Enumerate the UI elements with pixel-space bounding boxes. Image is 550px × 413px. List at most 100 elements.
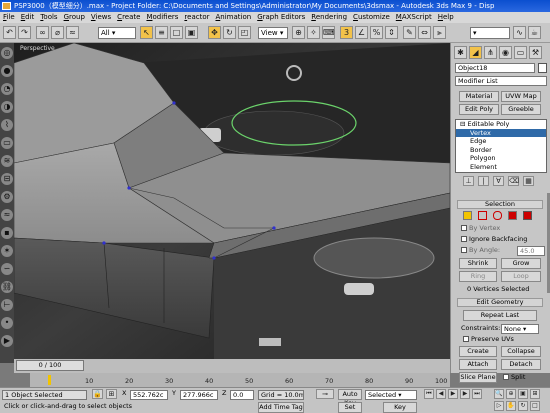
edge-subobj-icon[interactable] — [478, 211, 487, 220]
menu-tools[interactable]: Tools — [37, 12, 60, 23]
named-selection-dropdown[interactable]: ▾ — [470, 27, 510, 39]
snaps-toggle-icon[interactable]: 3 — [340, 26, 353, 39]
vertex-point[interactable] — [102, 241, 106, 245]
menu-maxscript[interactable]: MAXScript — [393, 12, 435, 23]
configure-sets-icon[interactable]: ▦ — [523, 176, 534, 186]
stack-item-border[interactable]: Border — [456, 146, 546, 155]
ignore-backfacing-checkbox[interactable]: Ignore Backfacing — [461, 234, 527, 245]
modify-tab-icon[interactable]: ◢ — [469, 46, 482, 59]
plane-icon[interactable]: ▭ — [1, 137, 13, 149]
key-filters-button[interactable]: Key Filters... — [383, 402, 417, 413]
link-icon[interactable]: ∞ — [36, 26, 49, 39]
dashpot-icon[interactable]: ⊟ — [1, 173, 13, 185]
add-time-tag-button[interactable]: Add Time Tag — [258, 402, 304, 413]
show-end-result-icon[interactable]: | — [478, 176, 489, 186]
menu-views[interactable]: Views — [88, 12, 114, 23]
make-unique-icon[interactable]: ∀ — [493, 176, 504, 186]
stack-item-element[interactable]: Element — [456, 163, 546, 172]
select-move-icon[interactable]: ✥ — [208, 26, 221, 39]
set-key-button[interactable]: Set Key — [338, 402, 362, 413]
modifier-list-dropdown[interactable]: Modifier List — [455, 76, 547, 86]
collapse-button[interactable]: Collapse — [501, 346, 541, 357]
object-name-field[interactable]: Object18 — [455, 63, 535, 73]
time-slider-track[interactable]: 0 / 100 — [14, 359, 450, 373]
create-tab-icon[interactable]: ✱ — [454, 46, 467, 59]
select-by-name-icon[interactable]: ≡ — [155, 26, 168, 39]
key-mode-icon[interactable]: ⊸ — [316, 389, 334, 399]
loop-button[interactable]: Loop — [501, 271, 541, 282]
vertex-point[interactable] — [172, 101, 176, 105]
go-to-start-icon[interactable]: ⏮ — [424, 389, 434, 399]
by-vertex-checkbox[interactable]: By Vertex — [461, 223, 500, 234]
menu-animation[interactable]: Animation — [213, 12, 255, 23]
stack-item-edge[interactable]: Edge — [456, 137, 546, 146]
pan-icon[interactable]: ✋ — [506, 401, 516, 411]
greeble-button[interactable]: Greeble — [501, 104, 541, 115]
field-of-view-icon[interactable]: ▷ — [494, 401, 504, 411]
next-frame-icon[interactable]: ▶ — [460, 389, 470, 399]
menu-help[interactable]: Help — [435, 12, 457, 23]
shrink-button[interactable]: Shrink — [459, 258, 497, 269]
create-button[interactable]: Create — [459, 346, 497, 357]
redo-icon[interactable]: ↷ — [18, 26, 31, 39]
split-checkbox[interactable]: Split — [503, 372, 525, 383]
menu-modifiers[interactable]: Modifiers — [143, 12, 181, 23]
select-manipulate-icon[interactable]: ✧ — [307, 26, 320, 39]
zoom-extents-all-icon[interactable]: ⊞ — [530, 389, 540, 399]
perspective-viewport[interactable]: Perspective — [14, 43, 450, 359]
menu-edit[interactable]: Edit — [18, 12, 38, 23]
pin-stack-icon[interactable]: ⊥ — [463, 176, 474, 186]
cloth-icon[interactable]: ◔ — [1, 83, 13, 95]
zoom-all-icon[interactable]: ⊕ — [506, 389, 516, 399]
zoom-icon[interactable]: 🔍 — [494, 389, 504, 399]
ring-button[interactable]: Ring — [459, 271, 497, 282]
spring-icon[interactable]: ≋ — [1, 155, 13, 167]
mirror-icon[interactable]: ⇔ — [418, 26, 431, 39]
vertex-subobj-icon[interactable] — [463, 211, 472, 220]
curve-editor-icon[interactable]: ∿ — [513, 26, 526, 39]
zoom-extents-icon[interactable]: ▣ — [518, 389, 528, 399]
motion-tab-icon[interactable]: ◉ — [499, 46, 512, 59]
y-coordinate-field[interactable]: 277.966c — [180, 390, 218, 400]
constraint-icon[interactable]: ⛓ — [1, 281, 13, 293]
menu-file[interactable]: File — [0, 12, 18, 23]
uvw-map-button[interactable]: UVW Map — [501, 91, 541, 102]
play-icon[interactable]: ▶ — [448, 389, 458, 399]
menu-create[interactable]: Create — [114, 12, 143, 23]
vertex-point[interactable] — [272, 226, 276, 230]
rope-icon[interactable]: ⌇ — [1, 119, 13, 131]
lock-selection-icon[interactable]: 🔒 — [92, 389, 103, 399]
stack-item-vertex[interactable]: Vertex — [456, 128, 546, 137]
angle-snap-icon[interactable]: ∠ — [355, 26, 368, 39]
preserve-uvs-checkbox[interactable]: Preserve UVs — [463, 334, 514, 345]
hierarchy-tab-icon[interactable]: ⋔ — [484, 46, 497, 59]
water-icon[interactable]: ∽ — [1, 263, 13, 275]
motor-icon[interactable]: ⚙ — [1, 191, 13, 203]
preview-icon[interactable]: ▶ — [1, 335, 13, 347]
polygon-subobj-icon[interactable] — [508, 211, 517, 220]
keyboard-shortcut-icon[interactable]: ⌨ — [322, 26, 335, 39]
grow-button[interactable]: Grow — [501, 258, 541, 269]
region-select-icon[interactable]: □ — [170, 26, 183, 39]
display-tab-icon[interactable]: ▭ — [514, 46, 527, 59]
menu-group[interactable]: Group — [61, 12, 88, 23]
constraints-dropdown[interactable]: None ▾ — [501, 324, 539, 334]
slice-plane-button[interactable]: Slice Plane — [459, 372, 497, 383]
menu-rendering[interactable]: Rendering — [308, 12, 350, 23]
window-crossing-icon[interactable]: ▣ — [185, 26, 198, 39]
stack-item-editable-poly[interactable]: ⊟ Editable Poly — [456, 120, 546, 129]
viewport-label[interactable]: Perspective — [20, 45, 55, 52]
previous-frame-icon[interactable]: ◀ — [436, 389, 446, 399]
pivot-center-icon[interactable]: ⊕ — [292, 26, 305, 39]
reactor-icon[interactable]: ◎ — [1, 47, 13, 59]
utilities-tab-icon[interactable]: ⚒ — [529, 46, 542, 59]
selection-filter-dropdown[interactable]: All ▾ — [98, 27, 136, 39]
track-bar[interactable]: 10 20 30 40 50 60 70 80 90 100 — [30, 373, 450, 387]
attach-button[interactable]: Attach — [459, 359, 497, 370]
repeat-last-button[interactable]: Repeat Last — [463, 310, 537, 321]
stack-item-polygon[interactable]: Polygon — [456, 154, 546, 163]
by-angle-checkbox[interactable]: By Angle: — [461, 245, 500, 256]
percent-snap-icon[interactable]: % — [370, 26, 383, 39]
reference-coordinate-dropdown[interactable]: View ▾ — [258, 27, 288, 39]
selection-rollout-header[interactable]: Selection — [457, 200, 543, 209]
